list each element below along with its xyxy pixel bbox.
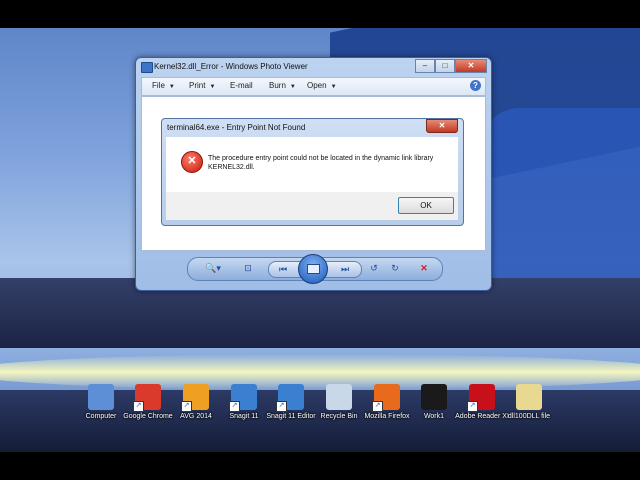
shortcut-arrow-icon: ↗ [133,401,144,412]
text-file-icon [516,384,542,410]
rotate-counterclockwise-icon[interactable]: ↺ [366,261,382,276]
chevron-down-icon: ▼ [209,84,216,90]
chrome-icon: ↗ [133,384,161,412]
error-dialog[interactable]: terminal64.exe - Entry Point Not Found ✕… [161,118,464,226]
delete-icon[interactable]: ✕ [416,261,432,276]
firefox-icon: ↗ [372,384,400,412]
shortcut-arrow-icon: ↗ [276,401,287,412]
avg-icon: ↗ [181,384,209,412]
error-message: The procedure entry point could not be l… [208,155,434,171]
error-icon: ✕ [181,151,203,173]
dialog-close-button[interactable]: ✕ [426,119,458,133]
maximize-button[interactable]: □ [435,59,455,73]
menu-bar: File ▼ Print ▼ E-mail Burn ▼ Open ▼ ? [141,77,486,96]
snagit-icon: ↗ [229,384,257,412]
menu-burn[interactable]: Burn ▼ [269,81,296,90]
shortcut-arrow-icon: ↗ [372,401,383,412]
previous-icon[interactable]: ⏮ [275,262,291,277]
actual-size-icon[interactable]: ⊡ [240,261,256,276]
dialog-footer: OK [166,192,458,220]
ok-button[interactable]: OK [398,197,454,214]
rotate-clockwise-icon[interactable]: ↻ [387,261,403,276]
help-icon[interactable]: ? [470,80,481,91]
zoom-icon[interactable]: 🔍▾ [202,261,224,276]
shortcut-arrow-icon: ↗ [229,401,240,412]
dialog-title: terminal64.exe - Entry Point Not Found [167,123,306,132]
menu-print[interactable]: Print ▼ [189,81,215,90]
shortcut-arrow-icon: ↗ [181,401,192,412]
chevron-down-icon: ▼ [168,84,175,90]
computer-icon [88,384,114,410]
close-button[interactable]: ✕ [455,59,487,73]
window-controls: – □ ✕ [415,59,487,73]
snagit-editor-icon: ↗ [276,384,304,412]
recycle-bin-icon [326,384,352,410]
photo-viewer-app-icon [141,62,153,73]
slideshow-button[interactable] [298,254,328,284]
chevron-down-icon: ▼ [330,84,337,90]
slideshow-icon [307,264,320,274]
desktop-icon[interactable]: dll100DLL file [501,384,557,421]
shortcut-arrow-icon: ↗ [467,401,478,412]
dialog-body: ✕ The procedure entry point could not be… [166,137,458,192]
photo-viewer-nav-bar: 🔍▾ ⊡ ⏮ ⏭ ↺ ↻ ✕ [187,254,443,284]
window-title: Kernel32.dll_Error - Windows Photo Viewe… [154,62,308,71]
menu-file[interactable]: File ▼ [152,81,175,90]
desktop-icon-label: dll100DLL file [507,413,551,420]
adobe-reader-icon: ↗ [467,384,495,412]
menu-email[interactable]: E-mail [230,81,253,90]
minimize-button[interactable]: – [415,59,435,73]
menu-open[interactable]: Open ▼ [307,81,337,90]
media-file-icon [421,384,447,410]
chevron-down-icon: ▼ [289,84,296,90]
next-icon[interactable]: ⏭ [337,262,353,277]
